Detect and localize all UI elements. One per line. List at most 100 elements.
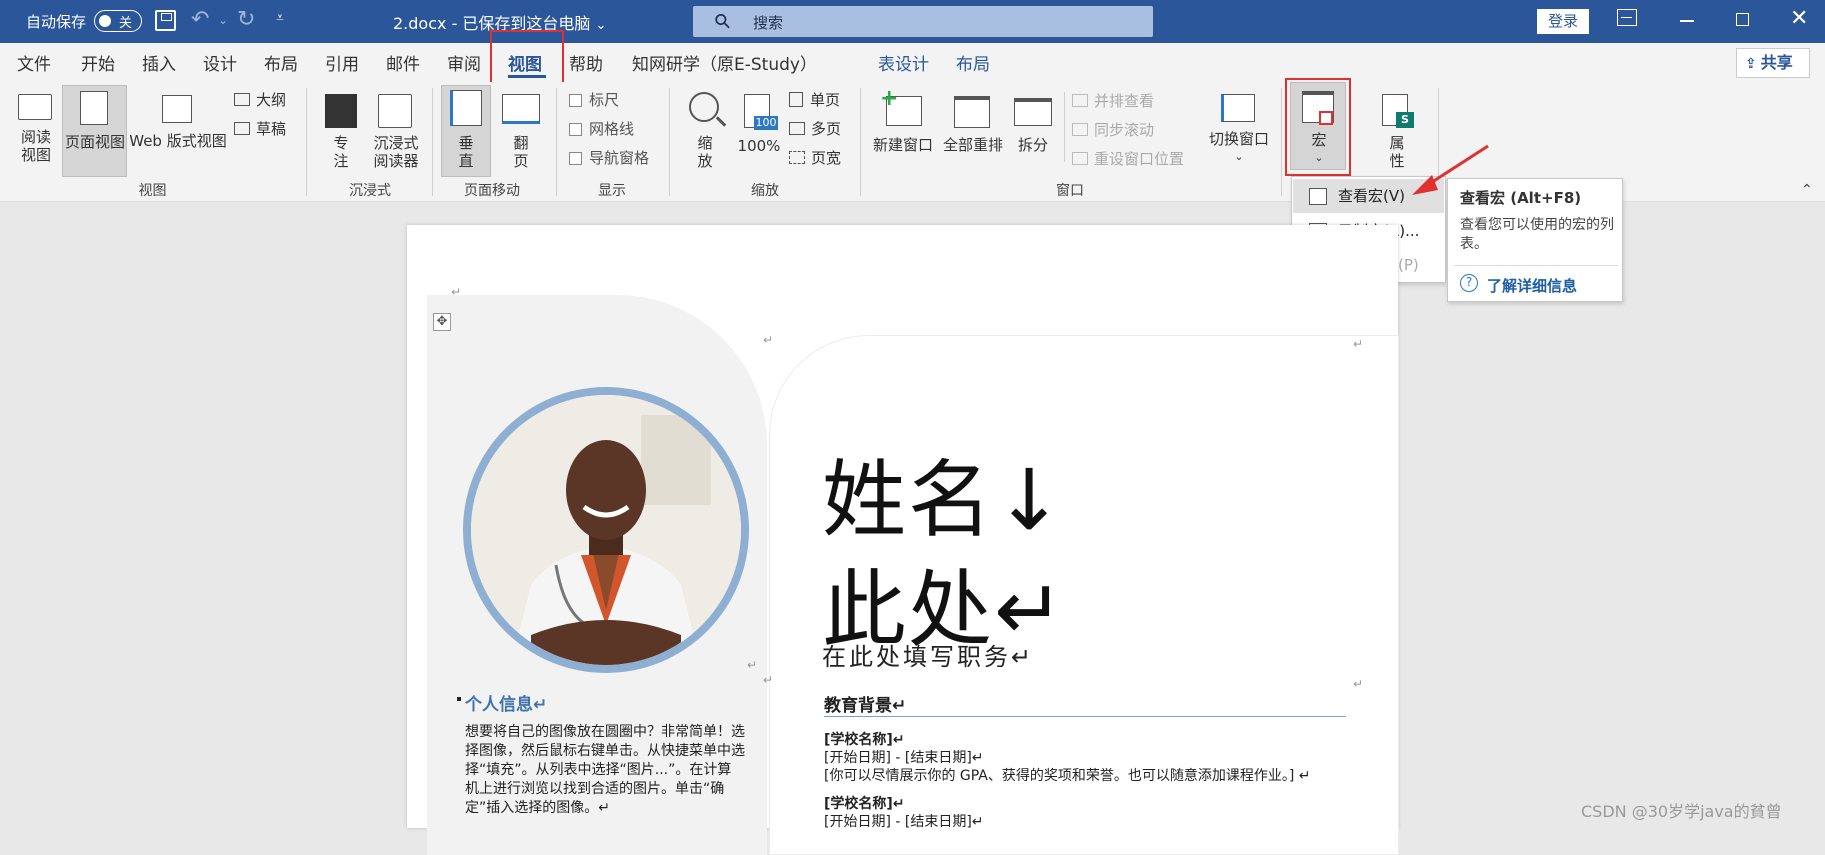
tab-layout[interactable]: 布局 — [264, 50, 298, 75]
tab-e-study[interactable]: 知网研学（原E-Study） — [632, 50, 817, 75]
page-width-button[interactable]: 页宽 — [789, 147, 841, 168]
tab-table-design[interactable]: 表设计 — [878, 50, 929, 75]
tab-review[interactable]: 审阅 — [447, 50, 481, 75]
menu-item-view-macros[interactable]: 查看宏(V) — [1293, 179, 1444, 213]
autosave-toggle[interactable]: 关 — [94, 10, 142, 32]
checkbox-icon — [569, 94, 582, 107]
gridlines-checkbox[interactable]: 网格线 — [569, 118, 634, 139]
personal-info-heading[interactable]: 个人信息↵ — [465, 690, 547, 715]
customize-toolbar-icon[interactable]: ⩡ — [276, 10, 284, 26]
tab-design[interactable]: 设计 — [203, 50, 237, 75]
new-window-button[interactable]: + 新建窗口 — [870, 86, 936, 170]
focus-button[interactable]: 专 注 — [318, 90, 368, 170]
paragraph-mark: ↵ — [1353, 677, 1364, 691]
new-window-label: 新建窗口 — [872, 136, 933, 154]
properties-button[interactable]: S 属 性 — [1374, 90, 1420, 170]
table-move-handle-icon[interactable]: ✥ — [433, 313, 451, 331]
immersive-reader-button[interactable]: 沉浸式 阅读器 — [368, 90, 424, 170]
tab-insert[interactable]: 插入 — [142, 50, 176, 75]
tab-help[interactable]: 帮助 — [569, 50, 603, 75]
save-icon[interactable] — [155, 10, 176, 31]
education-heading[interactable]: 教育背景↵ — [824, 691, 906, 716]
reset-position-icon — [1072, 152, 1088, 165]
title-caret-icon: ⌄ — [595, 18, 607, 33]
switch-windows-button[interactable]: 切换窗口 ⌄ — [1203, 90, 1275, 170]
school2-name[interactable]: [学校名称]↵ — [824, 793, 905, 813]
close-icon[interactable]: ✕ — [1790, 6, 1808, 31]
switch-windows-dropdown-icon: ⌄ — [1234, 150, 1244, 163]
tooltip-title: 查看宏 (Alt+F8) — [1460, 189, 1582, 207]
education-rule — [824, 716, 1346, 717]
search-placeholder: 搜索 — [753, 14, 784, 32]
gridlines-label: 网格线 — [589, 120, 635, 138]
reset-position-label: 重设窗口位置 — [1094, 150, 1185, 168]
resume-job-title[interactable]: 在此处填写职务↵ — [822, 637, 1034, 672]
collapse-ribbon-icon[interactable]: ⌃ — [1801, 182, 1813, 198]
profile-photo-frame[interactable] — [463, 387, 749, 673]
multi-page-button[interactable]: 多页 — [789, 118, 841, 139]
draft-button[interactable]: 草稿 — [234, 118, 286, 139]
ruler-checkbox[interactable]: 标尺 — [569, 89, 619, 110]
tab-references[interactable]: 引用 — [325, 50, 359, 75]
print-layout-button[interactable]: 页面视图 — [62, 85, 127, 177]
arrange-all-button[interactable]: 全部重排 — [940, 90, 1006, 170]
side-by-side-label: 并排查看 — [1094, 92, 1155, 110]
autosave-state: 关 — [119, 16, 133, 31]
switch-windows-icon — [1221, 94, 1255, 122]
one-page-button[interactable]: 单页 — [789, 89, 840, 110]
share-button[interactable]: ⇪ 共享 — [1736, 48, 1810, 78]
ribbon-display-options-icon[interactable] — [1617, 9, 1637, 26]
redo-icon[interactable]: ↻ — [237, 7, 255, 32]
profile-photo — [471, 395, 741, 665]
undo-icon[interactable]: ↶ — [191, 7, 209, 32]
group-label-show: 显示 — [598, 183, 626, 199]
learn-more-link[interactable]: 了解详细信息 — [1487, 275, 1577, 296]
help-icon: ? — [1460, 274, 1478, 292]
school1-description[interactable]: [你可以尽情展示你的 GPA、获得的奖项和荣誉。也可以随意添加课程作业。] ↵ — [824, 765, 1311, 785]
side-to-side-button[interactable]: 翻 页 — [496, 90, 546, 170]
vertical-button[interactable]: 垂 直 — [441, 85, 491, 177]
school1-name[interactable]: [学校名称]↵ — [824, 729, 905, 749]
zoom-100-button[interactable]: 100 100% — [736, 90, 782, 170]
personal-info-text[interactable]: 想要将自己的图像放在圆圈中？非常简单！选择图像，然后鼠标右键单击。从快捷菜单中选… — [465, 723, 745, 818]
draft-icon — [234, 122, 250, 135]
tab-home[interactable]: 开始 — [81, 50, 115, 75]
undo-dropdown-icon[interactable]: ⌄ — [218, 13, 228, 27]
split-button[interactable]: 拆分 — [1010, 90, 1060, 170]
page-width-label: 页宽 — [811, 149, 842, 167]
group-label-immersive: 沉浸式 — [349, 183, 391, 199]
document-page[interactable]: ↵ ✥ ↵ ↵ ↵ ↵ ↵ 姓名↓ 此处↵ 在此处填写职务↵ 教育背景↵ [学校… — [407, 225, 1399, 855]
search-input[interactable]: ⚲ 搜索 — [693, 6, 1153, 37]
nav-pane-checkbox[interactable]: 导航窗格 — [569, 147, 649, 168]
web-layout-button[interactable]: Web 版式视图 — [128, 90, 228, 170]
switch-windows-label: 切换窗口 — [1208, 130, 1269, 148]
nav-pane-label: 导航窗格 — [589, 149, 650, 167]
watermark: CSDN @30岁学java的貧曾 — [1581, 802, 1782, 821]
restore-icon[interactable] — [1736, 13, 1749, 26]
focus-icon — [325, 94, 357, 128]
school2-dates[interactable]: [开始日期] - [结束日期]↵ — [824, 811, 984, 831]
arrange-all-label: 全部重排 — [942, 136, 1003, 154]
paragraph-mark: ↵ — [763, 333, 774, 347]
group-separator — [306, 88, 307, 196]
tab-file[interactable]: 文件 — [17, 50, 51, 75]
tab-mailings[interactable]: 邮件 — [386, 50, 420, 75]
outline-button[interactable]: 大纲 — [234, 89, 286, 110]
one-page-icon — [789, 92, 803, 107]
login-button[interactable]: 登录 — [1537, 9, 1589, 34]
group-label-view: 视图 — [138, 183, 167, 199]
zoom-button[interactable]: 缩 放 — [685, 90, 729, 170]
group-separator — [1064, 92, 1065, 162]
ruler-label: 标尺 — [589, 91, 620, 109]
sync-scroll-icon — [1072, 123, 1088, 136]
zoom-label: 缩 放 — [697, 134, 713, 170]
share-icon: ⇪ — [1745, 56, 1757, 72]
minimize-icon[interactable] — [1680, 20, 1694, 22]
resume-name-line1[interactable]: 姓名↓ — [822, 433, 1066, 554]
tab-table-layout[interactable]: 布局 — [956, 50, 990, 75]
tooltip-description: 查看您可以使用的宏的列表。 — [1460, 217, 1614, 252]
reset-position-button: 重设窗口位置 — [1072, 148, 1184, 169]
school1-dates[interactable]: [开始日期] - [结束日期]↵ — [824, 747, 984, 767]
read-mode-button[interactable]: 阅读 视图 — [14, 90, 58, 170]
web-layout-icon — [162, 95, 192, 123]
